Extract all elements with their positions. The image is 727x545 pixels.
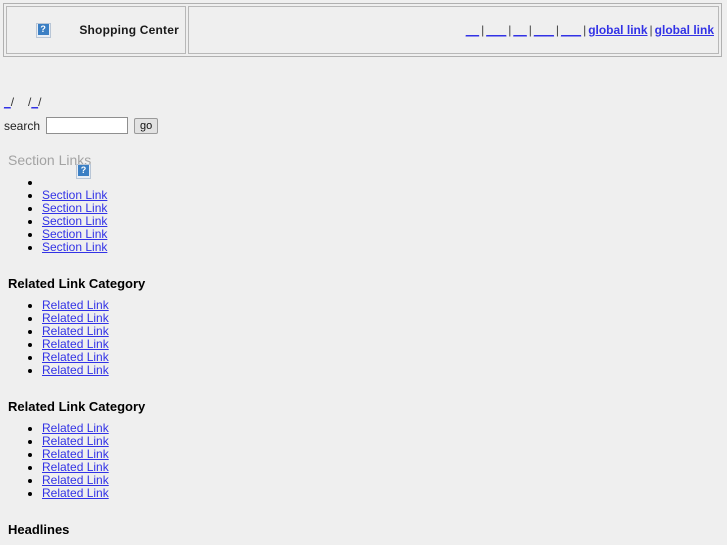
related-link[interactable]: Related Link <box>42 486 109 500</box>
nav-separator: | <box>649 23 653 37</box>
list-item: Section Link <box>42 228 727 241</box>
list-item: Related Link <box>42 312 727 325</box>
related-link[interactable]: Related Link <box>42 447 109 461</box>
global-short-link-4[interactable]: ___ <box>534 23 554 37</box>
related-link[interactable]: Related Link <box>42 421 109 435</box>
section-links-title: Section Links <box>8 152 92 168</box>
breadcrumb-separator: / <box>38 95 42 109</box>
broken-image-icon <box>35 22 51 38</box>
list-item: Related Link <box>42 422 727 435</box>
nav-separator: | <box>555 23 560 37</box>
related-link[interactable]: Related Link <box>42 324 109 338</box>
related-links-list-2: Related Link Related Link Related Link R… <box>4 422 727 500</box>
nav-separator: | <box>583 23 587 37</box>
section-links-list: Section Link Section Link Section Link S… <box>4 164 727 254</box>
global-short-link-3[interactable]: __ <box>513 23 526 37</box>
header-brand-cell: Shopping Center <box>6 6 186 54</box>
list-item: Related Link <box>42 351 727 364</box>
related-category-title-1: Related Link Category <box>8 276 146 291</box>
headlines-title: Headlines <box>8 522 70 537</box>
global-short-link-2[interactable]: ___ <box>486 23 506 37</box>
broken-image-icon <box>76 164 91 179</box>
related-link[interactable]: Related Link <box>42 363 109 377</box>
related-links-list-1: Related Link Related Link Related Link R… <box>4 299 727 377</box>
section-link[interactable]: Section Link <box>42 240 107 254</box>
search-label: search <box>4 118 41 133</box>
section-link[interactable]: Section Link <box>42 201 107 215</box>
list-item: Related Link <box>42 338 727 351</box>
related-link[interactable]: Related Link <box>42 460 109 474</box>
list-item-image <box>42 164 727 189</box>
list-item: Related Link <box>42 487 727 500</box>
section-link[interactable]: Section Link <box>42 214 107 228</box>
related-link[interactable]: Related Link <box>42 350 109 364</box>
breadcrumb: _//_/ <box>4 95 727 109</box>
global-nav: __ | ___ | __ | ___ | ___ | global link | global lin… <box>189 23 718 37</box>
related-link[interactable]: Related Link <box>42 298 109 312</box>
list-item: Section Link <box>42 241 727 254</box>
list-item: Section Link <box>42 202 727 215</box>
image-item-inner <box>42 164 727 189</box>
list-item: Related Link <box>42 461 727 474</box>
list-item: Section Link <box>42 189 727 202</box>
related-category-title-2: Related Link Category <box>8 399 146 414</box>
header-nav-cell: __ | ___ | __ | ___ | ___ | global link | global lin… <box>188 6 719 54</box>
search-go-button[interactable]: go <box>134 117 159 134</box>
nav-separator: | <box>481 23 485 37</box>
global-short-link-5[interactable]: ___ <box>561 23 581 37</box>
main-content: _//_/ search go Section Links Section Li… <box>0 95 727 545</box>
global-link-1[interactable]: global link <box>588 23 647 37</box>
related-link[interactable]: Related Link <box>42 434 109 448</box>
nav-separator: | <box>508 23 512 37</box>
related-link[interactable]: Related Link <box>42 337 109 351</box>
list-item: Related Link <box>42 325 727 338</box>
nav-separator: | <box>528 23 532 37</box>
section-link[interactable]: Section Link <box>42 227 107 241</box>
section-link[interactable]: Section Link <box>42 188 107 202</box>
list-item: Related Link <box>42 474 727 487</box>
related-link[interactable]: Related Link <box>42 311 109 325</box>
brand-logo-wrap <box>7 22 79 38</box>
global-short-link-1[interactable]: __ <box>466 23 479 37</box>
breadcrumb-separator: / <box>10 95 15 109</box>
related-link[interactable]: Related Link <box>42 473 109 487</box>
breadcrumb-item-1[interactable]: _ <box>4 95 11 109</box>
global-link-2[interactable]: global link <box>655 23 714 37</box>
list-item: Section Link <box>42 215 727 228</box>
search-input[interactable] <box>46 117 129 134</box>
list-item: Related Link <box>42 435 727 448</box>
search-row: search go <box>4 117 727 134</box>
list-item: Related Link <box>42 299 727 312</box>
list-item: Related Link <box>42 448 727 461</box>
page-title: Shopping Center <box>79 23 179 37</box>
brand-row: Shopping Center <box>7 7 185 53</box>
site-header: Shopping Center __|___|__|___|___|global… <box>3 3 722 57</box>
list-item: Related Link <box>42 364 727 377</box>
